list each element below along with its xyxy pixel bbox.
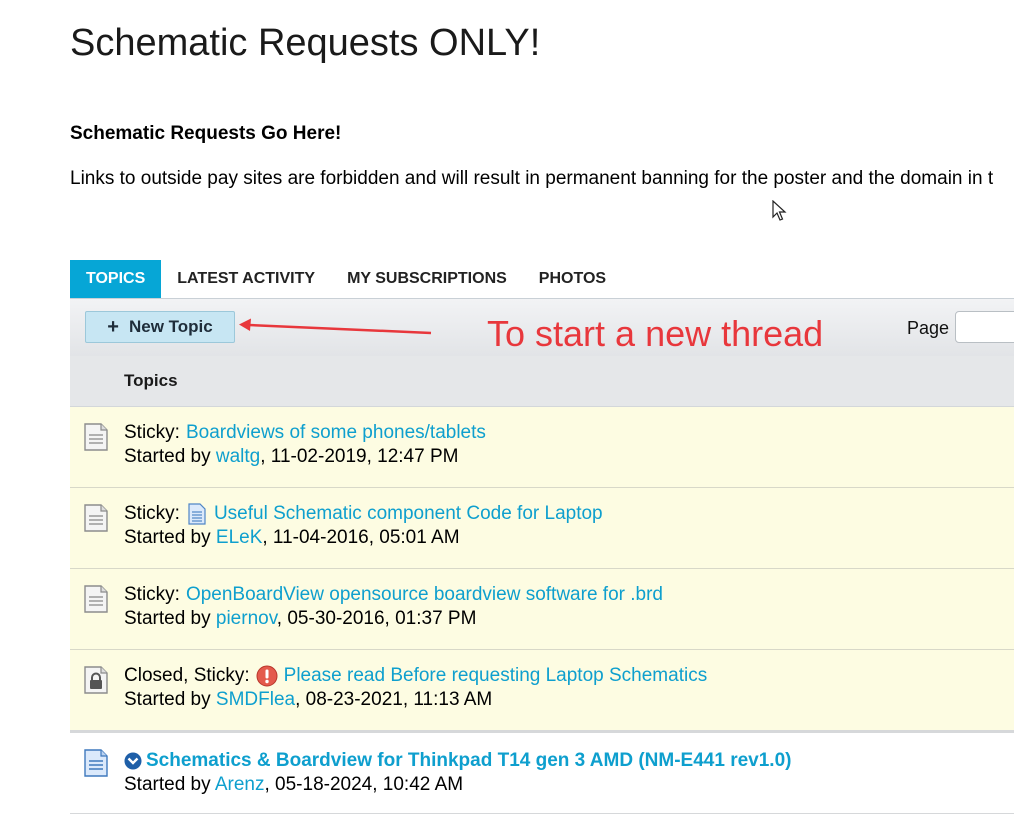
- topic-row: Sticky: OpenBoardView opensource boardvi…: [70, 569, 1014, 650]
- started-by-label: Started by: [124, 689, 211, 710]
- started-by-label: Started by: [124, 446, 211, 467]
- topic-date: , 08-23-2021, 11:13 AM: [295, 689, 493, 710]
- unread-document-icon: [84, 749, 108, 777]
- topic-title-link[interactable]: Schematics & Boardview for Thinkpad T14 …: [146, 750, 791, 772]
- started-by-label: Started by: [124, 608, 211, 629]
- topic-author-link[interactable]: waltg: [216, 446, 260, 467]
- document-icon: [84, 585, 108, 613]
- tab-topics[interactable]: TOPICS: [70, 260, 162, 298]
- annotation-text: To start a new thread: [487, 313, 824, 354]
- topic-prefix: Closed, Sticky:: [124, 665, 250, 686]
- new-topic-button[interactable]: + New Topic: [85, 311, 235, 343]
- annotation-arrow-icon: [239, 318, 432, 335]
- tab-latest-activity[interactable]: LATEST ACTIVITY: [161, 260, 331, 298]
- topic-date: , 05-18-2024, 10:42 AM: [264, 774, 464, 795]
- mouse-cursor-icon: [772, 200, 787, 221]
- forum-description-text: Links to outside pay sites are forbidden…: [70, 168, 994, 189]
- page-label: Page: [907, 318, 950, 338]
- topic-date: , 05-30-2016, 01:37 PM: [276, 608, 477, 629]
- tab-bar: TOPICS LATEST ACTIVITY MY SUBSCRIPTIONS …: [70, 260, 622, 298]
- topic-author-link[interactable]: Arenz: [215, 774, 265, 795]
- new-topic-label: New Topic: [128, 317, 213, 336]
- forum-description-heading: Schematic Requests Go Here!: [70, 123, 342, 144]
- document-icon: [84, 423, 108, 451]
- topic-row: Schematics & Boardview for Thinkpad T14 …: [70, 730, 1014, 814]
- topic-author-link[interactable]: SMDFlea: [216, 689, 295, 710]
- page-number-input[interactable]: [955, 311, 1014, 343]
- topic-row: Sticky: Boardviews of some phones/tablet…: [70, 407, 1014, 488]
- topic-row: Closed, Sticky: Please read Before reque…: [70, 650, 1014, 731]
- plus-icon: +: [107, 316, 119, 338]
- topic-date: , 11-04-2016, 05:01 AM: [262, 527, 460, 548]
- started-by-label: Started by: [124, 527, 211, 548]
- topic-title-link[interactable]: Boardviews of some phones/tablets: [186, 422, 486, 444]
- lock-document-icon: [84, 666, 108, 694]
- tab-my-subscriptions[interactable]: MY SUBSCRIPTIONS: [331, 260, 523, 298]
- topic-prefix: Sticky:: [124, 422, 180, 443]
- topic-title-link[interactable]: OpenBoardView opensource boardview softw…: [186, 584, 663, 606]
- topic-date: , 11-02-2019, 12:47 PM: [260, 446, 459, 467]
- document-icon: [84, 504, 108, 532]
- topic-title-link[interactable]: Please read Before requesting Laptop Sch…: [284, 665, 708, 687]
- topic-prefix: Sticky:: [124, 584, 180, 605]
- topic-author-link[interactable]: ELeK: [216, 527, 262, 548]
- topic-row: Sticky: Useful Schematic component Code …: [70, 488, 1014, 569]
- topic-author-link[interactable]: piernov: [216, 608, 277, 629]
- tab-photos[interactable]: PHOTOS: [523, 260, 622, 298]
- alert-icon: [256, 665, 278, 687]
- topic-prefix: Sticky:: [124, 503, 180, 524]
- topic-title-link[interactable]: Useful Schematic component Code for Lapt…: [214, 503, 603, 525]
- topics-column-header[interactable]: Topics: [124, 371, 178, 391]
- page-title: Schematic Requests ONLY!: [70, 22, 541, 64]
- started-by-label: Started by: [124, 774, 211, 795]
- topics-list-header: Topics: [70, 356, 1014, 407]
- go-to-first-unread-icon[interactable]: [124, 752, 142, 770]
- blue-document-icon: [188, 503, 206, 525]
